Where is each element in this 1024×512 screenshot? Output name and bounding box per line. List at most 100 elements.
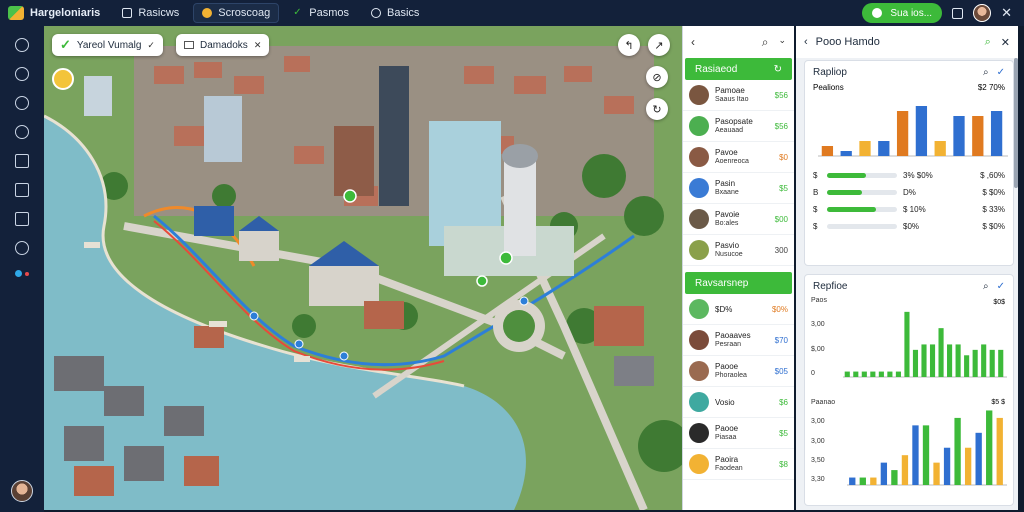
topbar-item-pasmos[interactable]: ✓ Pasmos [285,3,357,23]
chart-bar[interactable] [821,146,834,156]
topbar-item-basics[interactable]: Basics [363,3,427,23]
list-item[interactable]: Pavoe Aoenreoca $0 [683,142,794,173]
globe-icon[interactable] [15,125,29,139]
close-icon[interactable]: ✕ [1001,36,1010,49]
chart-bar[interactable] [972,116,984,156]
avatar [689,240,709,260]
layer-dropdown[interactable]: ✓ Yareol Vumalg ✓ [52,34,163,56]
section-header-1[interactable]: Rasiaeod ↻ [685,58,792,80]
chart-bar[interactable] [861,371,867,377]
chart-bar[interactable] [870,371,876,377]
notification-dots[interactable] [15,270,29,277]
city-map[interactable]: ✓ Yareol Vumalg ✓ Damadoks ✕ ↰ ↗ ⊘ ↻ [44,26,682,510]
grid-icon[interactable] [15,212,29,226]
chart-bar[interactable] [880,462,888,485]
list-item[interactable]: Paooe Phoraolea $05 [683,356,794,387]
user-avatar[interactable] [973,4,992,22]
chart-bar[interactable] [955,344,961,377]
list-item[interactable]: Pavoie Bo:ales $00 [683,204,794,235]
list-item[interactable]: Paoaaves Pesraan $70 [683,325,794,356]
list-item[interactable]: Pasvio Nusucoe 300 [683,235,794,266]
check-icon[interactable]: ✓ [997,281,1005,292]
compass-icon[interactable]: ⊘ [646,66,668,88]
chart-bar[interactable] [996,417,1003,485]
chart-bar[interactable] [859,141,871,156]
search-icon[interactable]: ⌕ [985,36,991,49]
chart-bar[interactable] [887,371,893,377]
list-item[interactable]: Pamoae Saaus Itao $56 [683,80,794,111]
list-item[interactable]: Pasin Bxaane $5 [683,173,794,204]
topbar-item-rasicws[interactable]: Rasicws [114,3,187,23]
marker-icon [202,8,213,18]
chart-bar[interactable] [989,349,995,377]
chart-icon[interactable] [15,183,29,197]
chart-bar[interactable] [933,462,940,485]
app-logo[interactable]: Hargeloniaris [0,6,108,20]
minus-circle-icon[interactable] [15,67,29,81]
chart-bar[interactable] [938,328,944,377]
chart-bar[interactable] [943,447,951,485]
chart-bar[interactable] [964,355,970,377]
navigate-icon[interactable]: ↗ [648,34,670,56]
chart-bar[interactable] [986,410,993,485]
section-header-2[interactable]: Ravsarsnep [685,272,792,294]
topbar-item-scroscoag[interactable]: Scroscoag [193,3,280,23]
route-icon[interactable]: ↰ [618,34,640,56]
back-icon[interactable]: ‹ [804,36,808,48]
check-icon: ✓ [293,7,302,18]
chart-bar[interactable] [870,477,877,485]
chart-bar[interactable] [964,447,972,485]
search-icon[interactable]: ⌕ [762,35,769,50]
chart-bar[interactable] [975,432,982,485]
chart-bar[interactable] [998,349,1004,377]
status-pill[interactable]: Sua ios... [862,3,943,23]
compass-icon[interactable] [15,96,29,110]
search-icon[interactable]: ⌕ [983,281,989,292]
list-item-text: Paoaaves Pesraan [715,331,769,349]
clock-icon[interactable] [15,38,29,52]
chart-bar[interactable] [878,141,890,156]
chart-bar[interactable] [840,151,852,156]
chart-bar[interactable] [972,349,978,377]
chart-bar[interactable] [915,106,928,156]
chart-bar[interactable] [849,477,856,485]
profile-avatar[interactable] [11,480,33,502]
chart-bar[interactable] [878,371,884,377]
settings-icon[interactable] [15,241,29,255]
refresh-icon[interactable]: ↻ [646,98,668,120]
chart-bar[interactable] [891,470,898,485]
list-item[interactable]: Pasopsate Aeauaad $56 [683,111,794,142]
back-icon[interactable]: ‹ [691,35,695,49]
chart-bar[interactable] [990,111,1003,156]
chart-bar[interactable] [934,141,946,156]
list-item[interactable]: Paooe Piasaa $5 [683,418,794,449]
filter-dropdown[interactable]: Damadoks ✕ [176,34,270,56]
chart-bar[interactable] [859,477,866,485]
chart-bar[interactable] [921,344,927,377]
list-item[interactable]: Vosio $6 [683,387,794,418]
chart-bar[interactable] [895,371,901,377]
chart-bar[interactable] [981,344,987,377]
list-item[interactable]: $D% $0% [683,294,794,325]
chart-bar[interactable] [912,349,919,377]
chart-bar[interactable] [947,344,953,377]
window-icon[interactable] [952,7,964,19]
chart-bar[interactable] [844,371,850,377]
chart-bar[interactable] [853,371,859,377]
scrollbar[interactable] [1014,58,1018,188]
chevron-down-icon[interactable]: ⌄ [778,35,786,50]
chart-bar[interactable] [954,417,961,485]
chart-bar[interactable] [912,425,919,485]
chart-bar[interactable] [901,455,909,485]
search-icon[interactable]: ⌕ [983,67,989,78]
chart-bar[interactable] [953,116,965,156]
window-icon[interactable] [15,154,29,168]
chart-bar[interactable] [922,425,930,485]
timer-icon[interactable] [52,68,74,90]
close-icon[interactable]: ✕ [1001,5,1012,21]
chart-bar[interactable] [929,344,936,377]
list-item[interactable]: Paoira Faodean $8 [683,449,794,480]
check-icon[interactable]: ✓ [997,67,1005,78]
chart-bar[interactable] [904,311,910,377]
chart-bar[interactable] [896,111,909,156]
